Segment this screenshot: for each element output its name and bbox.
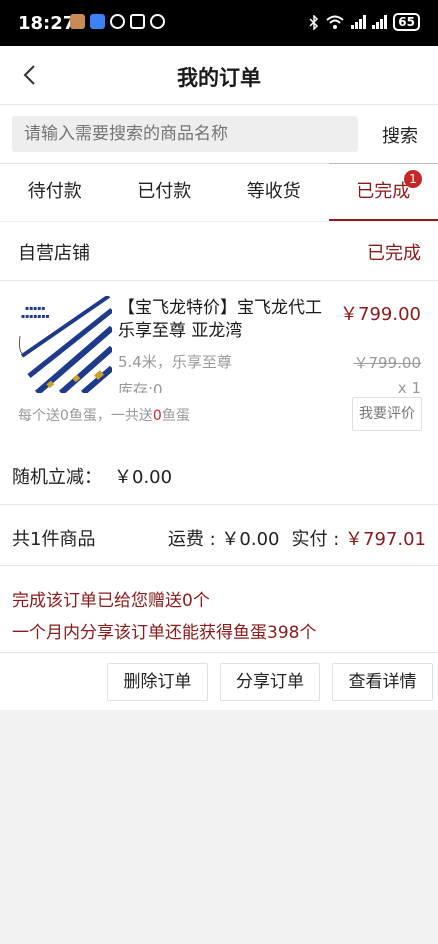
order-actions: 删除订单 分享订单 查看详情 — [0, 653, 438, 710]
item-count: 共1件商品 — [12, 529, 96, 550]
svg-text:▪▪▪▪▪: ▪▪▪▪▪ — [25, 305, 45, 312]
shipping-value: ￥0.00 — [221, 529, 280, 550]
egg-text-part: 0 — [60, 408, 69, 424]
tab-label: 已完成 — [356, 181, 411, 202]
order-summary: 共1件商品 运费 : ￥0.00 实付 : ￥797.01 — [0, 505, 438, 566]
review-button[interactable]: 我要评价 — [352, 397, 422, 431]
paid-value: ￥797.01 — [345, 529, 426, 550]
app-icon — [90, 14, 105, 29]
egg-total: 0 — [152, 408, 162, 424]
view-details-button[interactable]: 查看详情 — [332, 663, 433, 701]
shop-name: 自营店铺 — [18, 243, 90, 264]
status-bar: 18:27 65 — [0, 0, 438, 46]
discount-label: 随机立减： — [12, 467, 102, 488]
paid-label: 实付 : — [291, 529, 346, 550]
search-bar: 搜索 — [0, 105, 438, 163]
shipping-label: 运费 : — [167, 529, 222, 550]
discount-row: 随机立减： ￥0.00 — [0, 437, 438, 505]
delete-order-button[interactable]: 删除订单 — [107, 663, 208, 701]
product-original-price: ￥799.00 — [353, 354, 422, 372]
product-stock: 库存:0 — [118, 381, 163, 393]
tab-label: 已付款 — [137, 181, 192, 202]
gift-line: 完成该订单已给您赠送0个 — [12, 591, 210, 611]
product-title: 【宝飞龙特价】宝飞龙代工 乐享至尊 亚龙湾 — [118, 298, 322, 341]
discount-value: ￥0.00 — [114, 467, 173, 488]
egg-reward-note: 每个送0鱼蛋，一共送0鱼蛋 — [18, 405, 190, 425]
status-left-icons — [70, 14, 165, 29]
order-status: 已完成 — [367, 243, 421, 264]
product-item[interactable]: ▪▪▪▪▪ ▪▪▪▪▪▪▪ 【宝飞龙特价】宝飞龙代工 乐享至尊 亚龙湾 ￥799… — [0, 281, 438, 393]
product-spec: 5.4米，乐享至尊 — [118, 353, 232, 371]
bluetooth-icon — [309, 14, 319, 30]
status-right-icons: 65 — [309, 13, 420, 31]
tab-label: 等收货 — [246, 181, 301, 202]
nfc-icon — [130, 14, 145, 29]
product-price: ￥799.00 — [340, 304, 421, 325]
tab-paid[interactable]: 已付款 — [109, 163, 219, 221]
vpn-icon — [110, 14, 125, 29]
tab-badge: 1 — [404, 170, 422, 188]
egg-text-part: 每个送 — [18, 408, 60, 424]
tab-label: 待付款 — [27, 181, 82, 202]
egg-text-part: 鱼蛋，一共送 — [68, 408, 153, 424]
egg-reward-row: 每个送0鱼蛋，一共送0鱼蛋 我要评价 — [0, 393, 438, 437]
product-image: ▪▪▪▪▪ ▪▪▪▪▪▪▪ — [17, 296, 112, 393]
page-title: 我的订单 — [177, 66, 261, 90]
app-notification-icon — [70, 14, 85, 29]
alarm-icon — [150, 14, 165, 29]
tab-completed[interactable]: 已完成 1 — [328, 163, 438, 221]
share-order-button[interactable]: 分享订单 — [220, 663, 320, 701]
svg-text:▪▪▪▪▪▪▪: ▪▪▪▪▪▪▪ — [21, 313, 49, 320]
tab-awaiting-delivery[interactable]: 等收货 — [219, 163, 329, 221]
status-time: 18:27 — [18, 13, 76, 34]
shop-row: 自营店铺 已完成 — [0, 222, 438, 281]
egg-text-part: 鱼蛋 — [161, 408, 190, 424]
search-button[interactable]: 搜索 — [382, 122, 418, 148]
wifi-icon — [326, 15, 344, 29]
tab-pending-payment[interactable]: 待付款 — [0, 163, 110, 221]
signal-icon — [351, 15, 367, 29]
order-totals: 运费 : ￥0.00 实付 : ￥797.01 — [168, 525, 426, 551]
gift-notice: 完成该订单已给您赠送0个 一个月内分享该订单还能获得鱼蛋398个 — [0, 566, 438, 653]
header: 我的订单 — [0, 46, 438, 105]
search-input[interactable] — [12, 116, 358, 152]
signal-icon — [372, 15, 388, 29]
gift-line: 一个月内分享该订单还能获得鱼蛋398个 — [12, 623, 317, 643]
product-quantity: x 1 — [397, 379, 421, 393]
battery-icon: 65 — [393, 13, 420, 31]
order-tabs: 待付款 已付款 等收货 已完成 1 — [0, 163, 438, 221]
